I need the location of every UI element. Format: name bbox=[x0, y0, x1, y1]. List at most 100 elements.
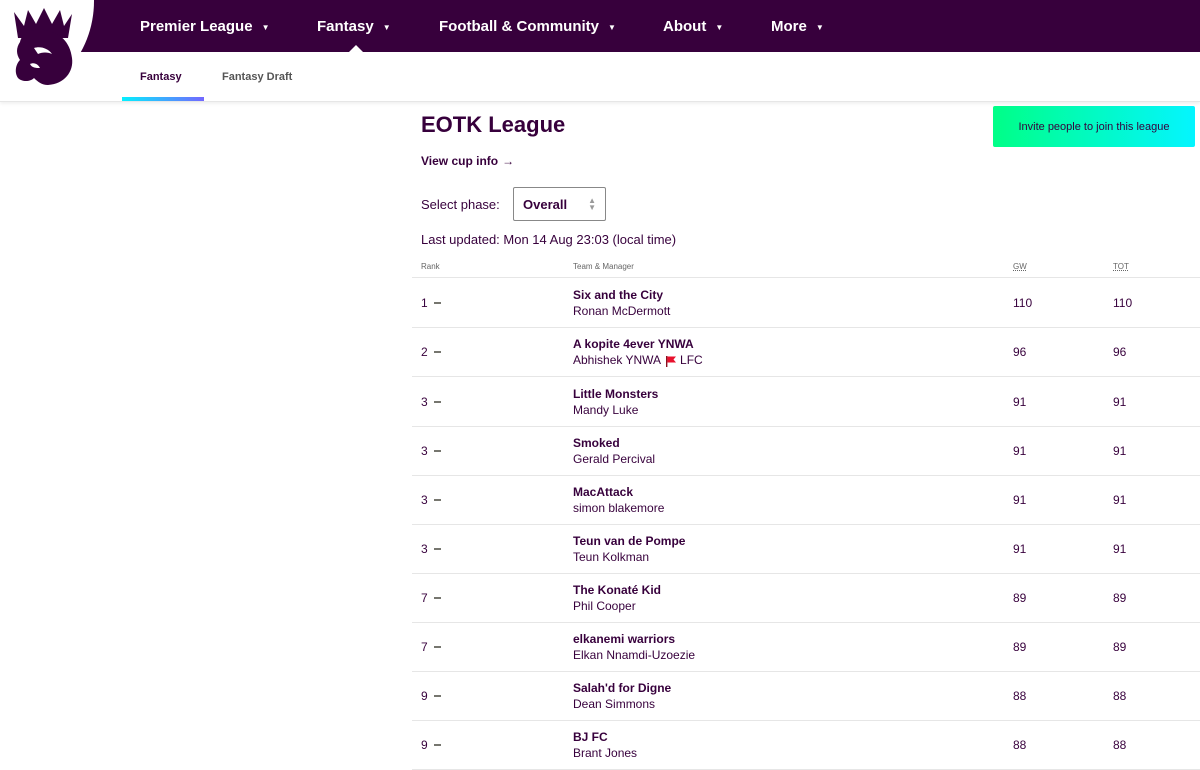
gw-points: 91 bbox=[1013, 444, 1027, 458]
table-row[interactable]: 9 BJ FC Brant Jones 88 88 bbox=[412, 720, 1200, 770]
team-name[interactable]: Smoked bbox=[573, 436, 620, 450]
total-points: 89 bbox=[1113, 591, 1127, 605]
total-points: 89 bbox=[1113, 640, 1127, 654]
table-row[interactable]: 7 The Konaté Kid Phil Cooper 89 89 bbox=[412, 573, 1200, 623]
gw-points: 88 bbox=[1013, 738, 1027, 752]
phase-label: Select phase: bbox=[421, 197, 500, 212]
standings-table-header: Rank Team & Manager GW TOT bbox=[412, 258, 1200, 278]
manager-name: Dean Simmons bbox=[573, 697, 656, 711]
subnav-fantasy-draft[interactable]: Fantasy Draft bbox=[222, 52, 292, 101]
active-nav-indicator bbox=[349, 45, 363, 52]
team-name[interactable]: Six and the City bbox=[573, 288, 663, 302]
manager-name: Gerald Percival bbox=[573, 452, 656, 466]
rank-value: 1 bbox=[421, 296, 428, 310]
table-row[interactable]: 3 Little Monsters Mandy Luke 91 91 bbox=[412, 377, 1200, 427]
nav-more[interactable]: More ▼ bbox=[771, 0, 824, 52]
table-row[interactable]: 2 A kopite 4ever YNWA Abhishek YNWA LFC 9… bbox=[412, 327, 1200, 377]
rank-value: 2 bbox=[421, 345, 428, 359]
no-movement-icon bbox=[434, 646, 441, 648]
phase-select-value: Overall bbox=[523, 196, 568, 212]
total-points: 110 bbox=[1113, 296, 1133, 310]
gw-points: 91 bbox=[1013, 395, 1027, 409]
rank-value: 3 bbox=[421, 493, 428, 507]
select-arrows-icon: ▲ ▼ bbox=[588, 196, 596, 212]
manager-name: simon blakemore bbox=[573, 501, 665, 515]
rank-value: 3 bbox=[421, 444, 428, 458]
total-points: 91 bbox=[1113, 444, 1127, 458]
no-movement-icon bbox=[434, 302, 441, 304]
phase-select[interactable]: Overall ▲ ▼ bbox=[513, 187, 606, 221]
no-movement-icon bbox=[434, 695, 441, 697]
nav-label: About bbox=[663, 17, 707, 35]
team-name[interactable]: Salah'd for Digne bbox=[573, 681, 671, 695]
table-row[interactable]: 9 Salah'd for Digne Dean Simmons 88 88 bbox=[412, 671, 1200, 721]
rank-value: 7 bbox=[421, 591, 428, 605]
page-title: EOTK League bbox=[421, 112, 566, 137]
no-movement-icon bbox=[434, 351, 441, 353]
arrow-right-icon: → bbox=[502, 154, 515, 168]
rank-value: 3 bbox=[421, 542, 428, 556]
gw-points: 110 bbox=[1013, 296, 1033, 310]
nav-premier-league[interactable]: Premier League ▼ bbox=[140, 0, 269, 52]
cup-link-label: View cup info bbox=[421, 154, 499, 168]
manager-name: Phil Cooper bbox=[573, 599, 636, 613]
lion-logo-icon bbox=[14, 8, 73, 85]
table-row[interactable]: 3 MacAttack simon blakemore 91 91 bbox=[412, 475, 1200, 525]
manager-name: Teun Kolkman bbox=[573, 550, 650, 564]
gw-points: 91 bbox=[1013, 542, 1027, 556]
manager-name: Brant Jones bbox=[573, 746, 638, 760]
nav-label: Premier League bbox=[140, 17, 253, 35]
last-updated-text: Last updated: Mon 14 Aug 23:03 (local ti… bbox=[421, 232, 677, 247]
table-row[interactable]: 7 elkanemi warriors Elkan Nnamdi-Uzoezie… bbox=[412, 622, 1200, 672]
total-points: 91 bbox=[1113, 542, 1127, 556]
flag-icon bbox=[666, 355, 677, 367]
header-team-manager: Team & Manager bbox=[573, 262, 634, 271]
chevron-down-icon: ▼ bbox=[815, 22, 824, 32]
gw-points: 91 bbox=[1013, 493, 1027, 507]
table-row[interactable]: 3 Smoked Gerald Percival 91 91 bbox=[412, 426, 1200, 476]
rank-value: 9 bbox=[421, 689, 428, 703]
gw-points: 88 bbox=[1013, 689, 1027, 703]
sub-navigation: Fantasy Fantasy Draft bbox=[0, 52, 1200, 102]
nav-about[interactable]: About ▼ bbox=[663, 0, 723, 52]
no-movement-icon bbox=[434, 548, 441, 550]
no-movement-icon bbox=[434, 744, 441, 746]
table-row[interactable]: 3 Teun van de Pompe Teun Kolkman 91 91 bbox=[412, 524, 1200, 574]
team-name[interactable]: Little Monsters bbox=[573, 387, 658, 401]
rank-value: 3 bbox=[421, 395, 428, 409]
nav-label: Football & Community bbox=[439, 17, 599, 35]
manager-name: Elkan Nnamdi-Uzoezie bbox=[573, 648, 696, 662]
top-navigation: Premier League ▼ Fantasy ▼ Football & Co… bbox=[0, 0, 1200, 52]
manager-name: Ronan McDermott bbox=[573, 304, 671, 318]
team-name[interactable]: MacAttack bbox=[573, 485, 633, 499]
header-gw[interactable]: GW bbox=[1013, 262, 1027, 271]
team-name[interactable]: Teun van de Pompe bbox=[573, 534, 685, 548]
manager-name: Abhishek YNWA bbox=[573, 353, 662, 367]
team-name[interactable]: A kopite 4ever YNWA bbox=[573, 337, 694, 351]
table-row[interactable]: 1 Six and the City Ronan McDermott 110 1… bbox=[412, 278, 1200, 328]
manager-club: LFC bbox=[680, 353, 703, 367]
gw-points: 89 bbox=[1013, 591, 1027, 605]
chevron-down-icon: ▼ bbox=[382, 22, 391, 32]
total-points: 91 bbox=[1113, 395, 1127, 409]
team-name[interactable]: elkanemi warriors bbox=[573, 632, 675, 646]
rank-value: 9 bbox=[421, 738, 428, 752]
invite-button[interactable]: Invite people to join this league bbox=[993, 106, 1195, 147]
header-tot[interactable]: TOT bbox=[1113, 262, 1129, 271]
team-name[interactable]: The Konaté Kid bbox=[573, 583, 661, 597]
no-movement-icon bbox=[434, 499, 441, 501]
gw-points: 96 bbox=[1013, 345, 1027, 359]
nav-label: Fantasy bbox=[317, 17, 374, 35]
gw-points: 89 bbox=[1013, 640, 1027, 654]
rank-value: 7 bbox=[421, 640, 428, 654]
no-movement-icon bbox=[434, 401, 441, 403]
manager-name: Mandy Luke bbox=[573, 403, 639, 417]
team-name[interactable]: BJ FC bbox=[573, 730, 608, 744]
total-points: 88 bbox=[1113, 689, 1127, 703]
no-movement-icon bbox=[434, 597, 441, 599]
total-points: 96 bbox=[1113, 345, 1127, 359]
subnav-fantasy[interactable]: Fantasy bbox=[140, 52, 182, 101]
no-movement-icon bbox=[434, 450, 441, 452]
view-cup-info-link[interactable]: View cup info → bbox=[421, 154, 514, 168]
nav-football-community[interactable]: Football & Community ▼ bbox=[439, 0, 616, 52]
